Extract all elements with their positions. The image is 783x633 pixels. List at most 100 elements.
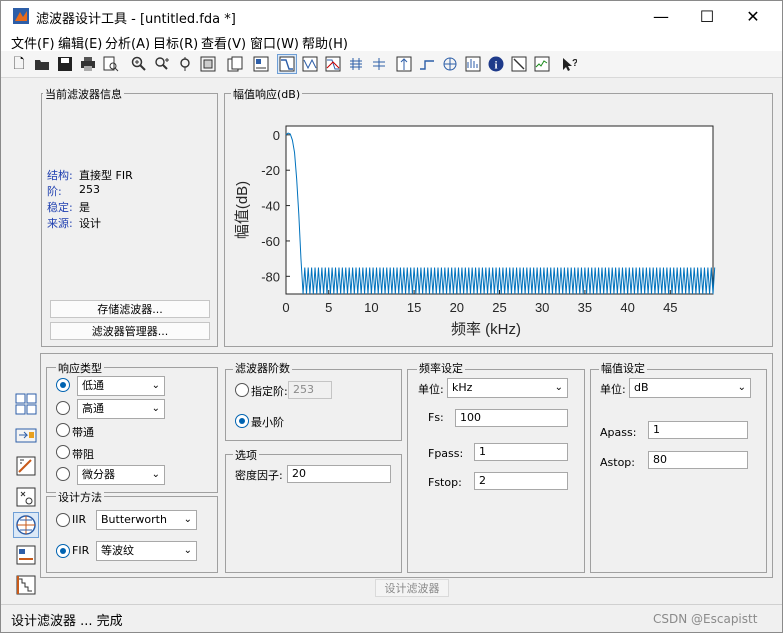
menu-analysis[interactable]: 分析(A) — [105, 33, 150, 52]
filter-spec-icon[interactable] — [251, 54, 271, 74]
zoom-y-icon[interactable] — [175, 54, 195, 74]
print-icon[interactable] — [78, 54, 98, 74]
highpass-radio[interactable] — [56, 401, 70, 415]
x-axis-label: 频率 (kHz) — [451, 321, 521, 338]
design-filter-button[interactable]: 设计滤波器 — [375, 579, 449, 597]
sidebar-pole-zero-editor-icon[interactable] — [13, 484, 39, 510]
pole-zero-icon[interactable] — [440, 54, 460, 74]
astop-label: Astop: — [600, 456, 635, 469]
menu-help[interactable]: 帮助(H) — [302, 33, 348, 52]
phase-delay-icon[interactable] — [369, 54, 389, 74]
y-tick-label: -40 — [261, 199, 280, 214]
magnitude-phase-icon[interactable] — [323, 54, 343, 74]
stable-label: 稳定: — [47, 201, 73, 214]
maximize-button[interactable]: ☐ — [684, 1, 730, 31]
mag-spec-group — [590, 369, 767, 573]
coefficients-icon[interactable] — [463, 54, 483, 74]
close-button[interactable]: ✕ — [730, 1, 776, 31]
mag-spec-label: 幅值设定 — [599, 360, 647, 376]
window-title: 滤波器设计工具 - [untitled.fda *] — [36, 12, 236, 27]
fir-radio[interactable] — [56, 544, 70, 558]
structure-value: 直接型 FIR — [79, 169, 133, 182]
x-tick-label: 20 — [450, 300, 464, 315]
highpass-dropdown[interactable]: 高通 ⌄ — [77, 399, 165, 419]
sidebar-import-icon[interactable] — [13, 453, 39, 479]
differentiator-radio[interactable] — [56, 467, 70, 481]
y-tick-label: -20 — [261, 163, 280, 178]
svg-text:i: i — [494, 60, 497, 72]
menu-file[interactable]: 文件(F) — [11, 33, 55, 52]
chevron-down-icon: ⌄ — [151, 403, 160, 414]
freq-units-dropdown[interactable]: kHz ⌄ — [447, 378, 568, 398]
store-filter-button[interactable]: 存储滤波器... — [50, 300, 210, 318]
mag-units-dropdown[interactable]: dB ⌄ — [629, 378, 751, 398]
bandpass-radio[interactable] — [56, 423, 70, 437]
fs-field[interactable]: 100 — [455, 409, 568, 427]
fpass-field[interactable]: 1 — [474, 443, 568, 461]
minimize-button[interactable]: — — [638, 1, 684, 31]
full-view-icon[interactable] — [198, 54, 218, 74]
step-response-icon[interactable] — [417, 54, 437, 74]
sidebar-realize-icon[interactable] — [13, 422, 39, 448]
magnitude-response-icon[interactable] — [277, 54, 297, 74]
chevron-down-icon: ⌄ — [554, 382, 563, 393]
lowpass-dropdown[interactable]: 低通 ⌄ — [77, 376, 165, 396]
fpass-label: Fpass: — [428, 447, 464, 460]
differentiator-dropdown[interactable]: 微分器 ⌄ — [77, 465, 165, 485]
status-bar: 设计滤波器 ... 完成 CSDN @Escapistt — [1, 604, 782, 632]
y-tick-label: -60 — [261, 234, 280, 249]
zoom-x-icon[interactable] — [152, 54, 172, 74]
menu-edit[interactable]: 编辑(E) — [58, 33, 102, 52]
chevron-down-icon: ⌄ — [151, 469, 160, 480]
save-icon[interactable] — [55, 54, 75, 74]
iir-label: IIR — [72, 513, 87, 526]
y-axis-label: 幅值(dB) — [234, 181, 251, 239]
new-figure-icon[interactable] — [225, 54, 245, 74]
menu-targets[interactable]: 目标(R) — [153, 33, 198, 52]
structure-label: 结构: — [47, 169, 73, 182]
x-tick-label: 30 — [535, 300, 549, 315]
info-icon[interactable]: i — [486, 54, 506, 74]
design-method-label: 设计方法 — [56, 489, 104, 505]
sidebar-transform-icon[interactable] — [13, 391, 39, 417]
new-icon[interactable]: 🗋 — [9, 54, 29, 74]
specify-order-field[interactable]: 253 — [288, 381, 332, 399]
iir-radio[interactable] — [56, 513, 70, 527]
magnitude-response-chart[interactable]: 0 5 10 15 20 25 30 35 40 45 0 -20 -40 -60 -80 频率 (kHz)… — [225, 99, 772, 345]
menu-bar: 文件(F) 编辑(E) 分析(A) 目标(R) 查看(V) 窗口(W) 帮助(H… — [1, 31, 782, 52]
phase-response-icon[interactable] — [300, 54, 320, 74]
zoom-in-icon[interactable] — [129, 54, 149, 74]
bandstop-radio[interactable] — [56, 445, 70, 459]
stable-value: 是 — [79, 201, 90, 214]
filter-info-label: 当前滤波器信息 — [43, 86, 124, 102]
minimum-order-radio[interactable] — [235, 414, 249, 428]
impulse-response-icon[interactable] — [394, 54, 414, 74]
x-tick-label: 40 — [620, 300, 634, 315]
fstop-field[interactable]: 2 — [474, 472, 568, 490]
x-tick-label: 5 — [325, 300, 332, 315]
astop-field[interactable]: 80 — [648, 451, 748, 469]
density-factor-field[interactable]: 20 — [287, 465, 391, 483]
menu-window[interactable]: 窗口(W) — [250, 33, 299, 52]
sidebar-multirate-icon[interactable] — [13, 542, 39, 568]
print-preview-icon[interactable] — [101, 54, 121, 74]
fir-method-dropdown[interactable]: 等波纹 ⌄ — [96, 541, 197, 561]
lowpass-radio[interactable] — [56, 378, 70, 392]
iir-method-dropdown[interactable]: Butterworth ⌄ — [96, 510, 197, 530]
apass-field[interactable]: 1 — [648, 421, 748, 439]
noise-psd-icon[interactable] — [532, 54, 552, 74]
open-icon[interactable] — [32, 54, 52, 74]
menu-view[interactable]: 查看(V) — [201, 33, 246, 52]
group-delay-icon[interactable] — [346, 54, 366, 74]
fir-label: FIR — [72, 544, 90, 557]
whats-this-icon[interactable]: ? — [559, 54, 579, 74]
freq-units-label: 单位: — [418, 383, 444, 396]
sidebar-quantize-icon[interactable] — [13, 572, 39, 598]
fs-label: Fs: — [428, 411, 444, 424]
filter-manager-button[interactable]: 滤波器管理器... — [50, 322, 210, 340]
specify-order-radio[interactable] — [235, 383, 249, 397]
sidebar-design-filter-icon[interactable] — [13, 512, 39, 538]
magnitude-estimate-icon[interactable] — [509, 54, 529, 74]
status-text: 设计滤波器 ... 完成 — [11, 614, 123, 629]
design-method-group — [46, 496, 218, 573]
